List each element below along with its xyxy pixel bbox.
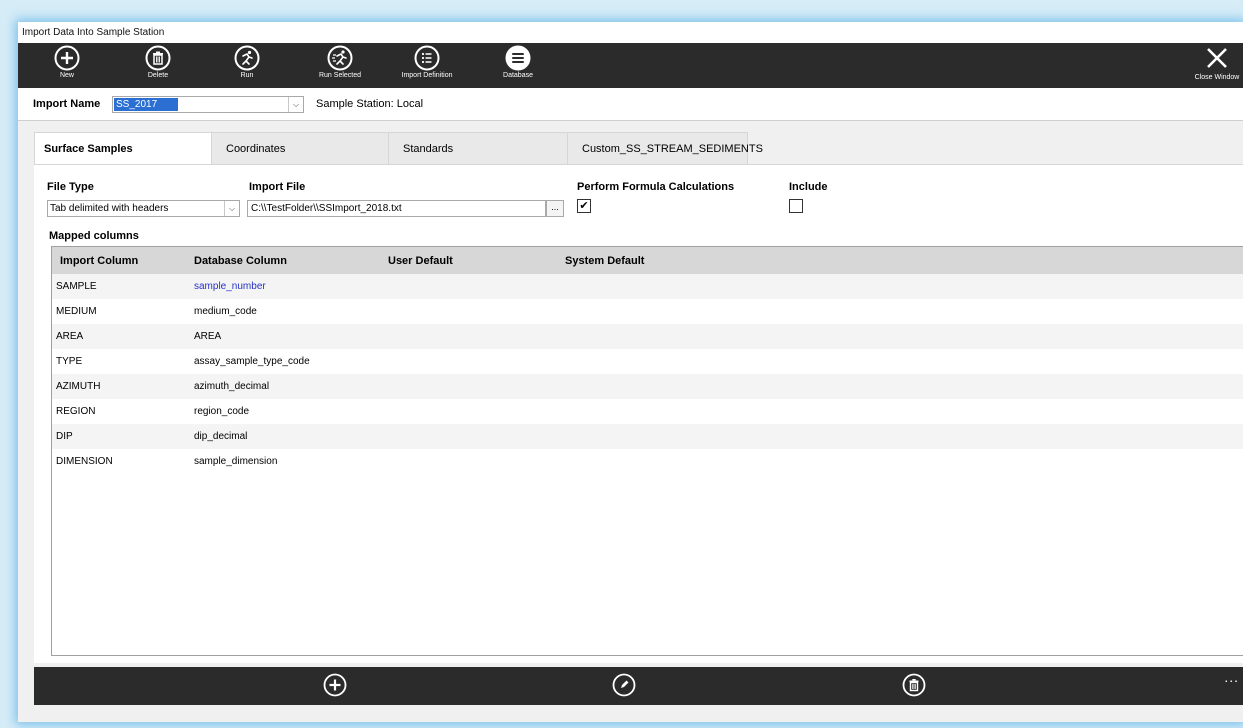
table-row[interactable]: DIMENSION sample_dimension bbox=[52, 449, 1243, 474]
database-column-cell[interactable]: sample_number bbox=[194, 274, 266, 299]
chevron-down-icon[interactable]: ⌵ bbox=[288, 97, 303, 112]
database-column-cell: dip_decimal bbox=[194, 431, 248, 442]
import-column-cell: SAMPLE bbox=[56, 281, 97, 292]
runner-circle-icon bbox=[234, 45, 260, 71]
import-column-cell: DIMENSION bbox=[56, 456, 113, 467]
import-column-cell: DIP bbox=[56, 431, 73, 442]
import-name-value: SS_2017 bbox=[114, 98, 178, 111]
database-column-cell: region_code bbox=[194, 406, 250, 417]
import-file-label: Import File bbox=[249, 181, 306, 193]
import-name-label: Import Name bbox=[33, 98, 101, 110]
close-icon bbox=[1207, 48, 1227, 68]
trash-circle-icon bbox=[145, 45, 171, 71]
run-selected-button[interactable]: Run Selected bbox=[305, 45, 375, 79]
import-file-field[interactable]: C:\\TestFolder\\SSImport_2018.txt bbox=[247, 200, 546, 217]
table-row[interactable]: AZIMUTH azimuth_decimal bbox=[52, 374, 1243, 399]
toolbar: New Delete Run Run Selected Import Defin… bbox=[18, 43, 1243, 88]
database-column-cell: assay_sample_type_code bbox=[194, 356, 310, 367]
sample-station-status: Sample Station: Local bbox=[316, 98, 424, 110]
run-label: Run bbox=[240, 72, 254, 79]
database-circle-icon bbox=[505, 45, 531, 71]
list-circle-icon bbox=[414, 45, 440, 71]
formula-calculations-checkbox[interactable]: ✔ bbox=[577, 199, 591, 213]
import-definition-label: Import Definition bbox=[401, 72, 453, 79]
header-system-default[interactable]: System Default bbox=[565, 255, 644, 267]
new-button[interactable]: New bbox=[32, 45, 102, 79]
file-type-label: File Type bbox=[47, 181, 94, 193]
database-label: Database bbox=[503, 72, 533, 79]
new-label: New bbox=[59, 72, 74, 79]
grid-actions-bar: ... bbox=[34, 667, 1243, 705]
delete-label: Delete bbox=[147, 72, 169, 79]
import-column-cell: AZIMUTH bbox=[56, 381, 101, 392]
mapped-columns-grid: Import Column Database Column User Defau… bbox=[51, 246, 1243, 656]
close-window-label: Close Window bbox=[1194, 74, 1240, 81]
tab-custom-ss-stream-sediments[interactable]: Custom_SS_STREAM_SEDIMENTS bbox=[567, 132, 763, 165]
chevron-down-icon[interactable]: ⌵ bbox=[224, 201, 239, 216]
import-column-cell: TYPE bbox=[56, 356, 83, 367]
file-type-select[interactable]: Tab delimited with headers ⌵ bbox=[47, 200, 240, 217]
delete-row-button[interactable] bbox=[902, 673, 926, 697]
table-row[interactable]: SAMPLE sample_number bbox=[52, 274, 1243, 299]
mapped-columns-label: Mapped columns bbox=[49, 230, 139, 242]
table-row[interactable]: AREA AREA bbox=[52, 324, 1243, 349]
include-checkbox[interactable] bbox=[789, 199, 803, 213]
import-window: Import Data Into Sample Station New Dele… bbox=[18, 22, 1243, 722]
header-import-column[interactable]: Import Column bbox=[60, 255, 138, 267]
run-selected-label: Run Selected bbox=[318, 72, 362, 79]
edit-row-button[interactable] bbox=[612, 673, 636, 697]
browse-button[interactable]: ... bbox=[546, 200, 564, 217]
include-label: Include bbox=[789, 181, 828, 193]
import-column-cell: REGION bbox=[56, 406, 96, 417]
header-user-default[interactable]: User Default bbox=[388, 255, 453, 267]
import-name-combo[interactable]: SS_2017 ⌵ bbox=[112, 96, 304, 113]
close-window-button[interactable]: Close Window bbox=[1191, 45, 1243, 81]
database-column-cell: sample_dimension bbox=[194, 456, 278, 467]
window-title: Import Data Into Sample Station bbox=[18, 22, 1243, 43]
tab-coordinates[interactable]: Coordinates bbox=[211, 132, 389, 165]
database-column-cell: medium_code bbox=[194, 306, 257, 317]
database-column-cell: AREA bbox=[194, 331, 222, 342]
import-name-bar: Import Name SS_2017 ⌵ Sample Station: Lo… bbox=[18, 88, 1243, 121]
surface-samples-panel: File Type Tab delimited with headers ⌵ I… bbox=[34, 164, 1243, 663]
table-row[interactable]: MEDIUM medium_code bbox=[52, 299, 1243, 324]
tab-standards[interactable]: Standards bbox=[388, 132, 568, 165]
runner-selected-circle-icon bbox=[327, 45, 353, 71]
table-row[interactable]: REGION region_code bbox=[52, 399, 1243, 424]
header-database-column[interactable]: Database Column bbox=[194, 255, 287, 267]
grid-header: Import Column Database Column User Defau… bbox=[52, 247, 1243, 274]
formula-calculations-label: Perform Formula Calculations bbox=[577, 181, 735, 193]
grid-body: SAMPLE sample_number MEDIUM medium_code … bbox=[52, 274, 1243, 474]
plus-circle-icon bbox=[54, 45, 80, 71]
add-row-button[interactable] bbox=[323, 673, 347, 697]
tab-surface-samples[interactable]: Surface Samples bbox=[34, 132, 212, 165]
import-definition-button[interactable]: Import Definition bbox=[392, 45, 462, 79]
database-column-cell: azimuth_decimal bbox=[194, 381, 270, 392]
database-button[interactable]: Database bbox=[483, 45, 553, 79]
file-type-value: Tab delimited with headers bbox=[50, 203, 169, 214]
import-file-value: C:\\TestFolder\\SSImport_2018.txt bbox=[251, 203, 402, 214]
table-row[interactable]: DIP dip_decimal bbox=[52, 424, 1243, 449]
table-row[interactable]: TYPE assay_sample_type_code bbox=[52, 349, 1243, 374]
more-options-button[interactable]: ... bbox=[1224, 669, 1239, 685]
import-column-cell: AREA bbox=[56, 331, 84, 342]
delete-button[interactable]: Delete bbox=[123, 45, 193, 79]
run-button[interactable]: Run bbox=[212, 45, 282, 79]
import-column-cell: MEDIUM bbox=[56, 306, 97, 317]
